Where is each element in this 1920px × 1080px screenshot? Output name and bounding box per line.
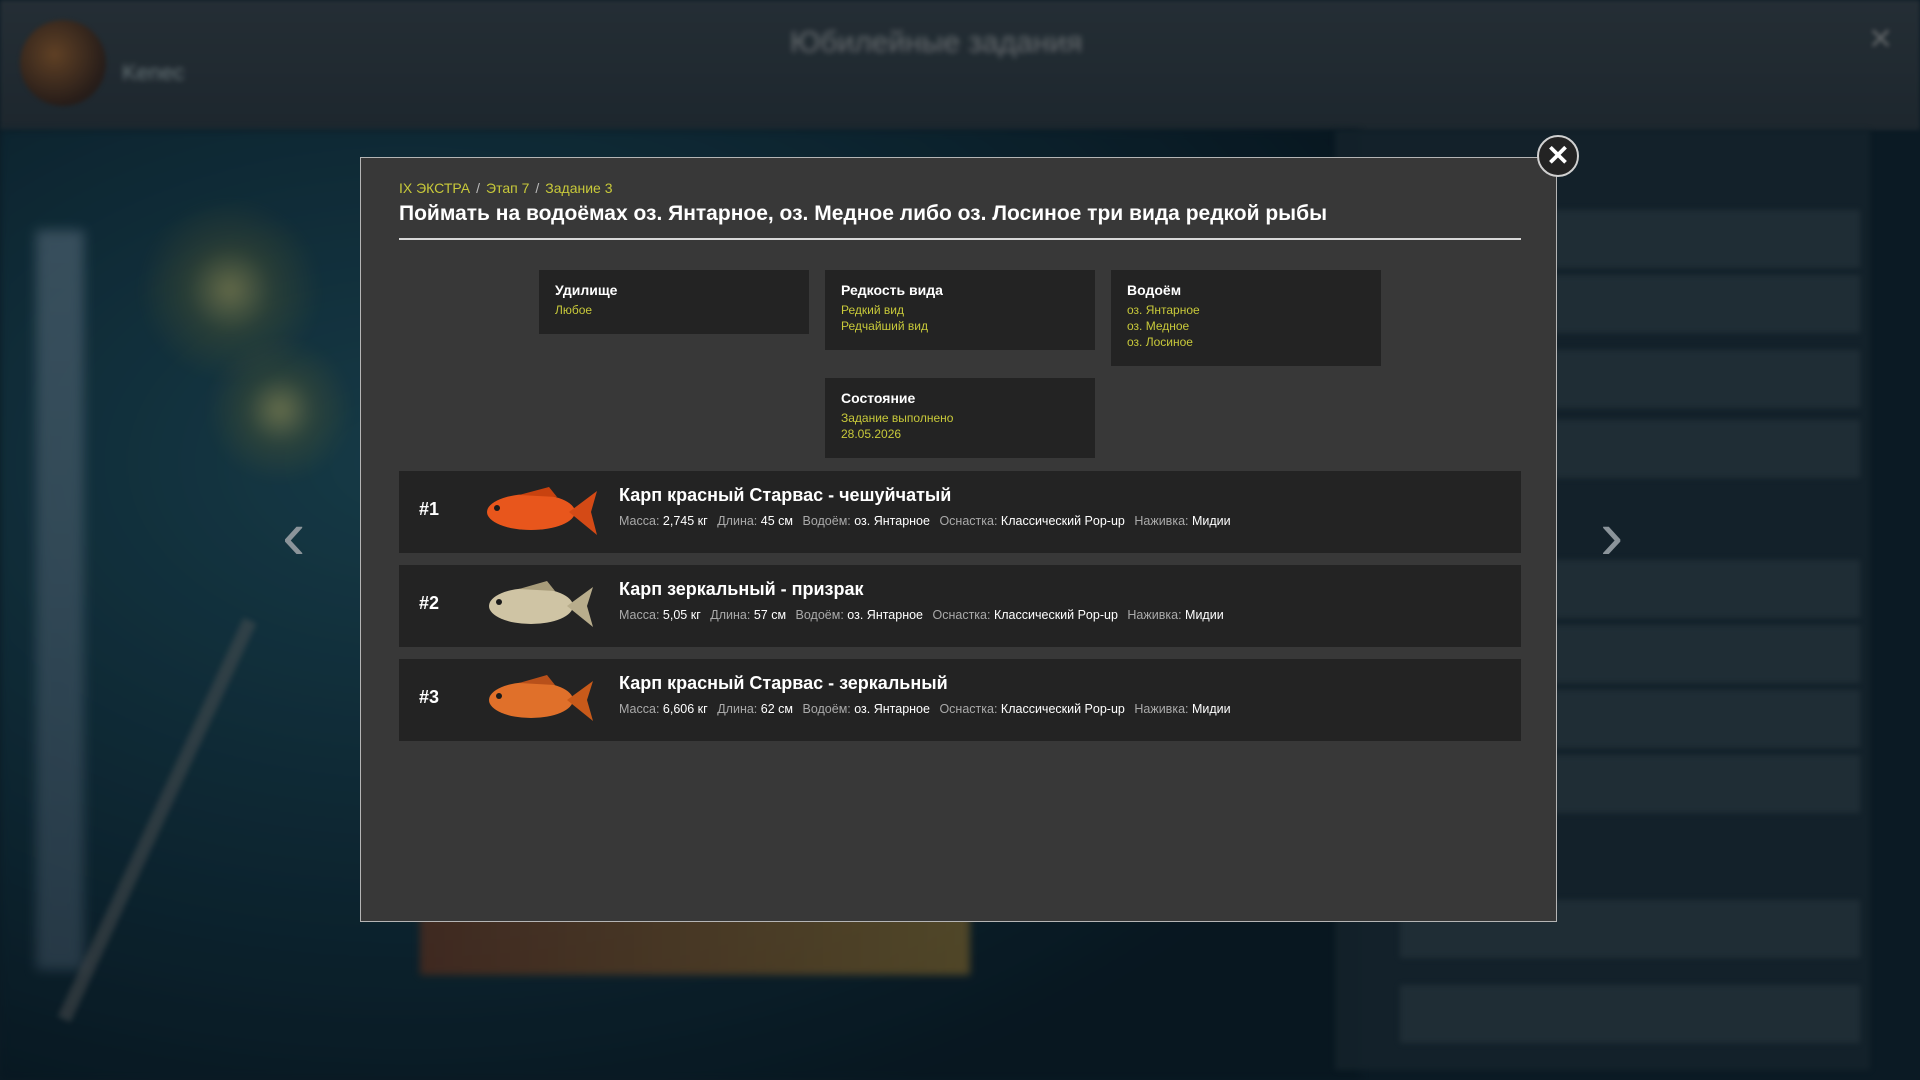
fish-row: #1 Карп красный Старвас - чешуйчатый Мас… <box>399 471 1521 553</box>
water-value: оз. Янтарное <box>847 608 924 622</box>
info-label: Редкость вида <box>841 282 943 298</box>
divider <box>399 238 1521 240</box>
screen-title: Юбилейные задания <box>790 26 1083 59</box>
bait-label: Наживка: <box>1134 702 1189 716</box>
carp-mirror-ghost-icon <box>489 581 593 627</box>
breadcrumb-item: Задание 3 <box>545 180 613 196</box>
breadcrumb: IX ЭКСТРА / Этап 7 / Задание 3 <box>399 180 613 196</box>
info-label: Удилище <box>555 282 618 298</box>
tackle-value: Классический Pop-up <box>1000 702 1125 716</box>
length-value: 57 см <box>753 608 787 622</box>
fish-row: #3 Карп красный Старвас - зеркальный Мас… <box>399 659 1521 741</box>
mass-label: Масса: <box>619 608 660 622</box>
info-value: оз. Медное <box>1127 319 1190 333</box>
breadcrumb-separator: / <box>535 180 540 196</box>
info-label: Состояние <box>841 390 916 406</box>
length-label: Длина: <box>710 608 751 622</box>
player-name: Kenec <box>122 60 185 85</box>
close-icon[interactable]: ✕ <box>1537 135 1579 177</box>
side-banner <box>36 230 84 970</box>
tackle-label: Оснастка: <box>939 514 998 528</box>
length-label: Длина: <box>717 514 758 528</box>
bait-value: Мидии <box>1191 514 1231 528</box>
mass-value: 6,606 кг <box>662 702 708 716</box>
bait-value: Мидии <box>1191 702 1231 716</box>
fish-name: Карп зеркальный - призрак <box>619 579 864 599</box>
fish-name: Карп красный Старвас - чешуйчатый <box>619 485 952 505</box>
length-value: 45 см <box>760 514 793 528</box>
task-detail-modal: IX ЭКСТРА / Этап 7 / Задание 3 Поймать на во… <box>360 157 1557 922</box>
mass-value: 5,05 кг <box>662 608 701 622</box>
info-box-rarity: Редкость вида Редкий вид Редчайший вид <box>825 270 1095 350</box>
info-value: Редкий вид <box>841 303 904 317</box>
carp-red-scaly-icon <box>487 487 597 535</box>
fish-details: Масса: 6,606 кг Длина: 62 см Водоём: оз.… <box>619 702 1237 716</box>
water-label: Водоём: <box>795 608 844 622</box>
info-label: Водоём <box>1127 282 1182 298</box>
mass-label: Масса: <box>619 514 660 528</box>
top-bar <box>0 0 1920 130</box>
avatar <box>20 20 106 106</box>
mass-label: Масса: <box>619 702 660 716</box>
fish-details: Масса: 2,745 кг Длина: 45 см Водоём: оз.… <box>619 514 1237 528</box>
info-box-status: Состояние Задание выполнено 28.05.2026 <box>825 378 1095 458</box>
water-value: оз. Янтарное <box>854 702 930 716</box>
water-value: оз. Янтарное <box>854 514 930 528</box>
info-box-rod: Удилище Любое <box>539 270 809 334</box>
task-list-item <box>1400 985 1860 1043</box>
length-value: 62 см <box>760 702 793 716</box>
status-value: Задание выполнено <box>841 411 954 425</box>
fish-rank: #2 <box>419 593 440 613</box>
fish-rank: #1 <box>419 499 440 519</box>
mass-value: 2,745 кг <box>662 514 708 528</box>
fish-name: Карп красный Старвас - зеркальный <box>619 673 948 693</box>
fish-row: #2 Карп зеркальный - призрак Масса: 5,05… <box>399 565 1521 647</box>
task-title: Поймать на водоёмах оз. Янтарное, оз. Ме… <box>399 202 1328 225</box>
carp-red-mirror-icon <box>489 675 593 721</box>
bait-label: Наживка: <box>1134 514 1189 528</box>
length-label: Длина: <box>717 702 758 716</box>
prev-arrow-icon[interactable]: ‹ <box>282 500 305 570</box>
fish-details: Масса: 5,05 кг Длина: 57 см Водоём: оз. … <box>619 608 1230 622</box>
info-value: Любое <box>555 303 593 317</box>
firework-decoration <box>200 330 360 490</box>
bait-label: Наживка: <box>1127 608 1182 622</box>
breadcrumb-item[interactable]: IX ЭКСТРА <box>399 180 470 196</box>
tackle-value: Классический Pop-up <box>993 608 1118 622</box>
bait-value: Мидии <box>1185 608 1224 622</box>
info-box-waterbody: Водоём оз. Янтарное оз. Медное оз. Лосин… <box>1111 270 1381 366</box>
fish-rank: #3 <box>419 687 440 707</box>
info-value: Редчайший вид <box>841 319 928 333</box>
info-value: оз. Янтарное <box>1127 303 1200 317</box>
screen-close-icon[interactable]: ✕ <box>1868 22 1893 57</box>
water-label: Водоём: <box>802 514 851 528</box>
next-arrow-icon[interactable]: › <box>1600 500 1623 570</box>
tackle-value: Классический Pop-up <box>1000 514 1125 528</box>
info-value: оз. Лосиное <box>1127 335 1193 349</box>
water-label: Водоём: <box>802 702 851 716</box>
tackle-label: Оснастка: <box>939 702 998 716</box>
completion-date: 28.05.2026 <box>841 427 902 441</box>
breadcrumb-separator: / <box>476 180 481 196</box>
tackle-label: Оснастка: <box>932 608 991 622</box>
breadcrumb-item[interactable]: Этап 7 <box>486 180 529 196</box>
